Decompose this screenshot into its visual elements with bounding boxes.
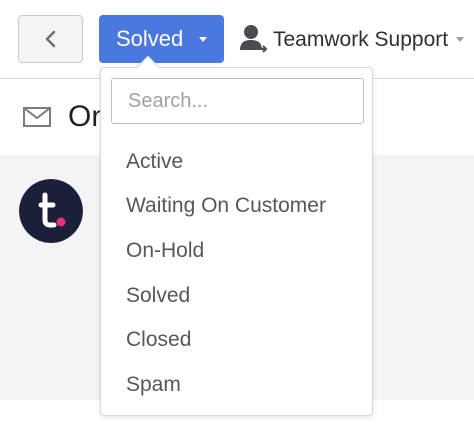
back-button[interactable]: [18, 15, 83, 63]
status-dropdown-menu: ActiveWaiting On CustomerOn-HoldSolvedCl…: [100, 67, 373, 416]
status-option-on-hold[interactable]: On-Hold: [101, 229, 372, 273]
caret-down-icon: [199, 37, 207, 42]
status-button-label: Solved: [116, 26, 184, 51]
status-search-input[interactable]: [111, 78, 364, 124]
status-option-active[interactable]: Active: [101, 140, 372, 184]
assignee-name: Teamwork Support: [273, 28, 449, 51]
status-option-waiting-on-customer[interactable]: Waiting On Customer: [101, 184, 372, 228]
envelope-icon: [23, 107, 51, 127]
ticket-page: Solved Teamwork Support On Activ: [0, 0, 474, 430]
chevron-left-icon: [45, 30, 55, 48]
status-option-spam[interactable]: Spam: [101, 363, 372, 407]
avatar: [19, 179, 83, 243]
user-assign-icon: [240, 25, 268, 53]
status-dropdown-button[interactable]: Solved: [99, 15, 224, 63]
caret-down-icon: [456, 37, 464, 42]
assignee-selector[interactable]: Teamwork Support: [236, 15, 474, 63]
status-option-solved[interactable]: Solved: [101, 274, 372, 318]
status-option-closed[interactable]: Closed: [101, 318, 372, 362]
